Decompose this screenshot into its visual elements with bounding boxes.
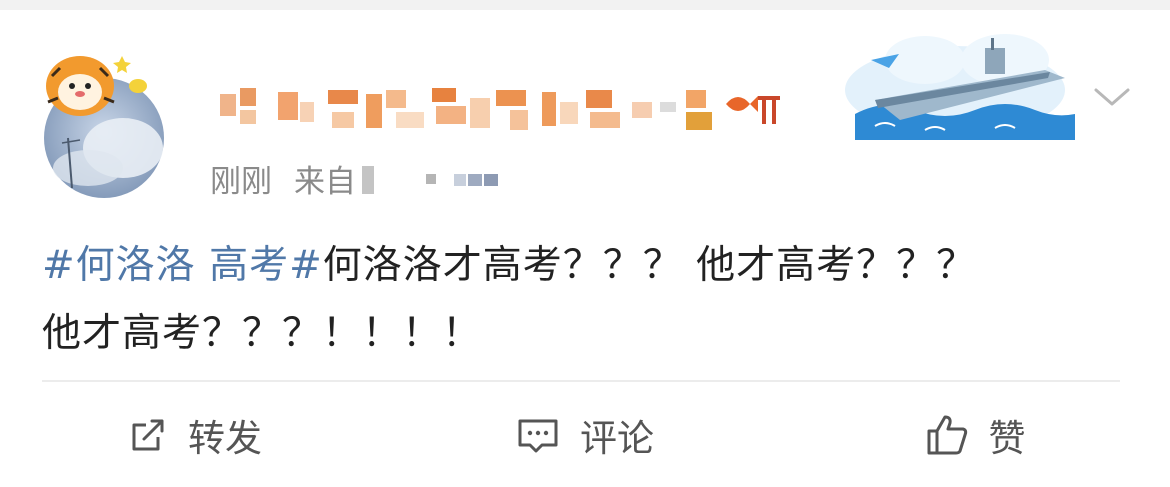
- post-source-prefix: 来自: [294, 164, 356, 200]
- repost-icon: [132, 419, 164, 450]
- card-decoration-banner: [835, 30, 1085, 142]
- comment-icon: [518, 419, 558, 452]
- repost-label: 转发: [188, 416, 262, 460]
- repost-button[interactable]: 转发: [0, 382, 390, 487]
- source-blurred[interactable]: [362, 164, 512, 194]
- comment-button[interactable]: 评论: [390, 382, 780, 487]
- chevron-down-icon[interactable]: [1090, 80, 1134, 114]
- top-gap: [0, 0, 1170, 10]
- post-body: #何洛洛 高考#何洛洛才高考？？？ 他才高考？？？ 他才高考？？？！！！！: [42, 232, 1002, 368]
- username-blurred[interactable]: [220, 88, 780, 142]
- comment-label: 评论: [580, 416, 654, 460]
- thumbs-up-icon: [927, 415, 967, 454]
- action-bar: 转发 评论 赞: [0, 382, 1170, 487]
- weibo-post-card: 刚刚 来自 #何洛洛 高考#何洛洛才高考？？？ 他才高考？？？ 他才高考？？？！…: [0, 10, 1170, 477]
- like-button[interactable]: 赞: [780, 382, 1170, 487]
- fish-badge-icon: [726, 96, 780, 124]
- post-time: 刚刚: [210, 164, 272, 200]
- topic-link[interactable]: #何洛洛 高考#: [42, 243, 323, 288]
- more-options[interactable]: [1090, 80, 1134, 114]
- like-label: 赞: [988, 416, 1026, 460]
- post-meta: 刚刚 来自: [210, 156, 512, 201]
- user-avatar[interactable]: [38, 48, 170, 198]
